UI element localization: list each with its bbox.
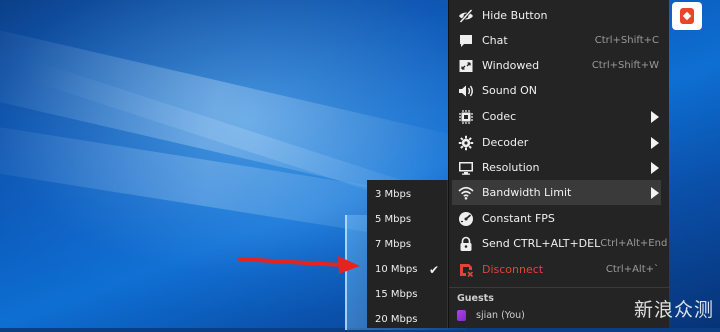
menu-item-label: Resolution xyxy=(482,161,540,174)
monitor-icon xyxy=(458,160,474,176)
menu-item-label: Bandwidth Limit xyxy=(482,186,572,199)
menu-item-hide-button[interactable]: Hide Button xyxy=(452,3,661,28)
menu-item-windowed[interactable]: Windowed Ctrl+Shift+W xyxy=(452,53,661,78)
app-logo-mark xyxy=(680,8,694,24)
annotation-arrow-icon xyxy=(238,256,360,274)
watermark: 新浪众测 xyxy=(633,299,714,321)
menu-item-codec[interactable]: Codec xyxy=(452,104,661,129)
bandwidth-option-3[interactable]: 3 Mbps xyxy=(367,182,447,207)
gear-icon xyxy=(458,135,474,151)
menu-item-resolution[interactable]: Resolution xyxy=(452,155,661,180)
menu-item-shortcut: Ctrl+Shift+C xyxy=(594,35,659,46)
bandwidth-submenu: 3 Mbps 5 Mbps 7 Mbps 10 Mbps ✔ 15 Mbps 2… xyxy=(367,180,448,328)
menu-item-label: Sound ON xyxy=(482,84,538,97)
bandwidth-option-7[interactable]: 7 Mbps xyxy=(367,232,447,257)
gauge-icon xyxy=(458,211,474,227)
bandwidth-option-5[interactable]: 5 Mbps xyxy=(367,207,447,232)
chip-icon xyxy=(458,109,474,125)
windowed-icon xyxy=(458,58,474,74)
menu-item-constant-fps[interactable]: Constant FPS xyxy=(452,206,661,231)
menu-item-label: Decoder xyxy=(482,136,529,149)
submenu-arrow-icon xyxy=(651,187,659,199)
menu-item-decoder[interactable]: Decoder xyxy=(452,130,661,155)
menu-item-chat[interactable]: Chat Ctrl+Shift+C xyxy=(452,28,661,53)
submenu-arrow-icon xyxy=(651,137,659,149)
guest-name: sjian (You) xyxy=(476,310,525,321)
submenu-arrow-icon xyxy=(651,162,659,174)
menu-item-send-ctrl-alt-del[interactable]: Send CTRL+ALT+DEL Ctrl+Alt+End xyxy=(452,231,667,256)
menu-item-label: Hide Button xyxy=(482,9,548,22)
bandwidth-option-label: 15 Mbps xyxy=(375,289,418,300)
menu-item-shortcut: Ctrl+Alt+` xyxy=(605,264,659,275)
wifi-icon xyxy=(458,185,474,201)
menu-item-sound[interactable]: Sound ON xyxy=(452,78,661,103)
stream-context-menu: Hide Button Chat Ctrl+Shift+C Windowed C… xyxy=(448,0,669,328)
disconnect-icon xyxy=(458,262,474,278)
bandwidth-option-label: 20 Mbps xyxy=(375,314,418,325)
menu-item-label: Windowed xyxy=(482,59,540,72)
bandwidth-option-label: 3 Mbps xyxy=(375,189,412,200)
speaker-icon xyxy=(458,83,474,99)
bandwidth-option-10[interactable]: 10 Mbps ✔ xyxy=(367,257,447,282)
lock-icon xyxy=(458,236,474,252)
menu-item-label: Codec xyxy=(482,110,517,123)
app-logo-icon[interactable] xyxy=(672,2,702,30)
menu-item-bandwidth-limit[interactable]: Bandwidth Limit xyxy=(452,180,661,205)
bandwidth-option-label: 10 Mbps xyxy=(375,264,418,275)
menu-item-disconnect[interactable]: Disconnect Ctrl+Alt+` xyxy=(452,257,661,282)
check-icon: ✔ xyxy=(428,262,440,277)
chat-bubble-icon xyxy=(458,33,474,49)
bandwidth-option-label: 5 Mbps xyxy=(375,214,412,225)
guest-avatar-icon xyxy=(457,310,466,321)
menu-item-label: Chat xyxy=(482,34,508,47)
guests-header: Guests xyxy=(457,293,494,304)
bandwidth-option-15[interactable]: 15 Mbps xyxy=(367,282,447,307)
eye-slash-icon xyxy=(458,8,474,24)
guest-list-item: sjian (You) xyxy=(457,310,525,321)
menu-item-label: Constant FPS xyxy=(482,212,555,225)
menu-item-shortcut: Ctrl+Shift+W xyxy=(591,60,659,71)
menu-item-label: Disconnect xyxy=(482,263,544,276)
bandwidth-option-label: 7 Mbps xyxy=(375,239,412,250)
menu-divider xyxy=(449,287,669,288)
submenu-arrow-icon xyxy=(651,111,659,123)
menu-item-label: Send CTRL+ALT+DEL xyxy=(482,237,601,250)
menu-item-shortcut: Ctrl+Alt+End xyxy=(600,238,668,249)
bandwidth-option-20[interactable]: 20 Mbps xyxy=(367,307,447,332)
